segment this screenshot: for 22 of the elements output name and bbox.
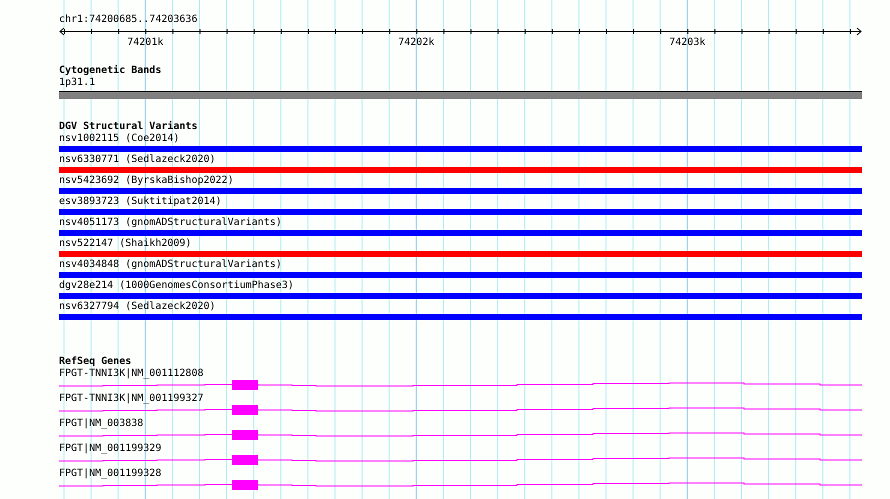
ruler-tick-label: 74202k bbox=[398, 37, 434, 49]
variant-label: nsv522147 (Shaikh2009) bbox=[59, 238, 192, 250]
variant-label: nsv6327794 (Sedlazeck2020) bbox=[59, 301, 216, 313]
gene-label: FPGT|NM_003838 bbox=[59, 418, 144, 430]
gene-label: FPGT|NM_001199329 bbox=[59, 443, 162, 455]
ruler-tick-label: 74203k bbox=[669, 37, 706, 49]
track-title: DGV Structural Variants bbox=[59, 121, 198, 133]
variant-label: nsv5423692 (ByrskaBishop2022) bbox=[59, 175, 234, 187]
variant-label: esv3893723 (Suktitipat2014) bbox=[59, 196, 222, 208]
gene-label: FPGT-TNNI3K|NM_001112808 bbox=[59, 368, 204, 380]
gene-label: FPGT|NM_001199328 bbox=[59, 468, 162, 480]
variant-label: dgv28e214 (1000GenomesConsortiumPhase3) bbox=[59, 280, 294, 292]
variant-label: nsv4051173 (gnomADStructuralVariants) bbox=[59, 217, 282, 229]
ruler-tick-label: 74201k bbox=[127, 37, 164, 49]
track-title: Cytogenetic Bands bbox=[59, 65, 162, 77]
location-label: chr1:74200685..74203636 bbox=[59, 14, 198, 26]
variant-label: nsv1002115 (Coe2014) bbox=[59, 133, 180, 145]
variant-label: nsv4034848 (gnomADStructuralVariants) bbox=[59, 259, 282, 271]
track-title: RefSeq Genes bbox=[59, 356, 132, 368]
gene-label: FPGT-TNNI3K|NM_001199327 bbox=[59, 393, 204, 405]
variant-label: nsv6330771 (Sedlazeck2020) bbox=[59, 154, 216, 166]
band-label: 1p31.1 bbox=[59, 77, 96, 89]
